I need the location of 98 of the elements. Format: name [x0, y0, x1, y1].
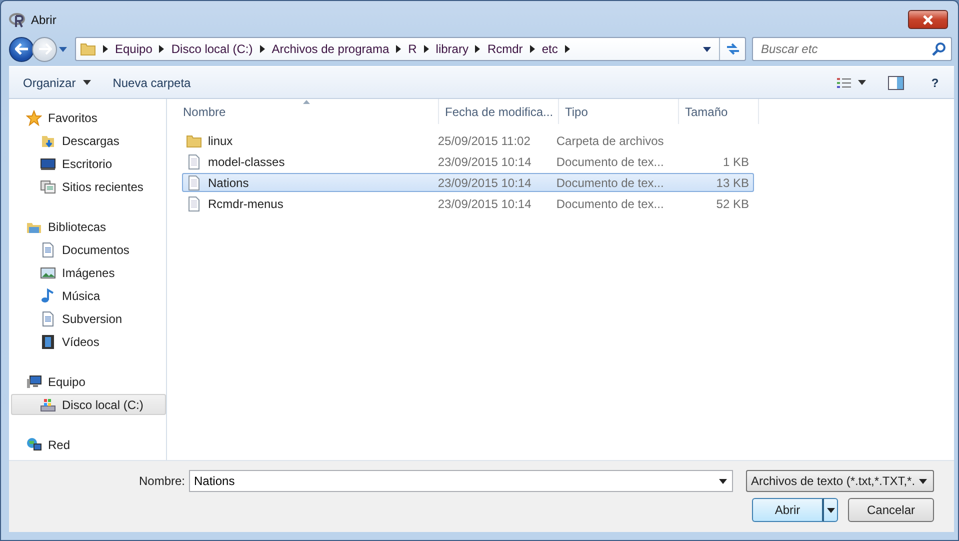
caret-icon [82, 80, 91, 85]
chevron-icon [159, 45, 164, 53]
breadcrumb[interactable]: Rcmdr [487, 42, 523, 56]
sidebar-item[interactable]: Bibliotecas [11, 216, 166, 237]
close-icon [922, 14, 934, 24]
picture-icon [40, 264, 56, 280]
file-size: 1 KB [722, 154, 749, 168]
sidebar-item[interactable]: Música [11, 285, 166, 306]
file-date: 23/09/2015 10:14 [438, 154, 532, 168]
refresh-icon [725, 42, 741, 56]
file-type-dropdown[interactable]: Archivos de texto (*.txt,*.TXT,*. [746, 470, 934, 492]
search-field[interactable]: Buscar etc [752, 37, 952, 61]
file-date: 23/09/2015 10:14 [438, 176, 532, 190]
breadcrumb[interactable]: Archivos de programa [272, 42, 390, 56]
drive-icon [40, 396, 56, 412]
caret-icon [59, 46, 67, 52]
list-view-icon [837, 76, 851, 88]
sidebar-item[interactable]: Vídeos [11, 331, 166, 352]
text-file-icon [186, 196, 202, 212]
column-header[interactable]: Fecha de modifica... [439, 99, 559, 124]
file-name: Rcmdr-menus [208, 196, 284, 210]
file-name: linux [208, 134, 233, 148]
chevron-icon [103, 45, 108, 53]
cancel-button[interactable]: Cancelar [848, 498, 934, 522]
help-button[interactable]: ? [926, 74, 944, 92]
text-file-icon [186, 154, 202, 170]
folder-icon [186, 132, 202, 148]
file-type: Documento de tex... [556, 154, 664, 168]
sidebar-item[interactable]: Imágenes [11, 262, 166, 283]
chevron-icon [396, 45, 402, 53]
computer-icon [26, 374, 42, 390]
file-row[interactable]: Nations 23/09/2015 10:14 Documento de tex... 13 KB [182, 173, 754, 192]
music-note-icon [40, 288, 56, 304]
file-size: 52 KB [716, 196, 749, 210]
file-date: 23/09/2015 10:14 [438, 196, 532, 210]
address-bar[interactable]: Equipo Disco local (C:) Archivos de programa R library Rcmdr etc [75, 37, 746, 61]
column-header[interactable]: Tamaño [679, 99, 759, 124]
sidebar-item[interactable]: Sitios recientes [11, 176, 166, 197]
breadcrumb[interactable]: library [436, 42, 468, 56]
sidebar-item[interactable]: Escritorio [11, 153, 166, 174]
open-button[interactable]: Abrir [752, 498, 824, 522]
caret-icon [919, 478, 928, 484]
file-size: 13 KB [716, 176, 749, 190]
file-row[interactable]: model-classes 23/09/2015 10:14 Documento de tex... 1 KB [182, 152, 754, 171]
folder-icon [80, 41, 96, 57]
caret-icon [703, 46, 711, 52]
file-name: model-classes [208, 154, 285, 168]
forward-arrow-icon [38, 43, 52, 55]
sidebar-item[interactable]: Red [11, 434, 166, 455]
caret-icon [826, 508, 834, 512]
file-row[interactable]: linux 25/09/2015 11:02 Carpeta de archivos [182, 131, 754, 150]
back-button[interactable] [9, 36, 34, 62]
sidebar-item[interactable]: Disco local (C:) [11, 394, 166, 415]
file-date: 25/09/2015 11:02 [438, 134, 530, 148]
breadcrumb[interactable]: etc [542, 42, 558, 56]
breadcrumb[interactable]: Equipo [115, 42, 152, 56]
history-dropdown[interactable] [57, 44, 69, 54]
file-type: Documento de tex... [556, 196, 664, 210]
star-icon [26, 110, 42, 126]
preview-pane-icon [888, 76, 904, 90]
caret-icon [858, 80, 866, 85]
chevron-icon [564, 45, 570, 53]
file-type: Carpeta de archivos [556, 134, 664, 148]
window-title: Abrir [31, 12, 56, 26]
network-icon [26, 436, 42, 452]
close-button[interactable] [908, 10, 948, 29]
search-icon [932, 42, 946, 56]
sort-arrow-icon [303, 100, 310, 104]
chevron-icon [260, 45, 265, 53]
sidebar-item[interactable]: Equipo [11, 371, 166, 392]
open-options-button[interactable] [824, 498, 838, 522]
breadcrumb[interactable]: R [408, 42, 417, 56]
chevron-icon [530, 45, 535, 53]
chevron-icon [475, 45, 480, 53]
chevron-icon [424, 45, 429, 53]
sidebar-item[interactable]: Descargas [11, 130, 166, 151]
filename-field[interactable]: Nations [189, 470, 733, 492]
film-icon [40, 334, 56, 350]
file-row[interactable]: Rcmdr-menus 23/09/2015 10:14 Documento de tex... 52 KB [182, 194, 754, 213]
sidebar-item[interactable]: Documentos [11, 239, 166, 260]
column-header[interactable]: Nombre [177, 99, 439, 124]
new-folder-button[interactable]: Nueva carpeta [104, 72, 199, 92]
sidebar-item[interactable]: Favoritos [11, 107, 166, 128]
file-type: Documento de tex... [556, 176, 664, 190]
sidebar-item[interactable]: Subversion [11, 308, 166, 329]
file-name: Nations [208, 176, 249, 190]
document-icon [40, 242, 56, 258]
document-icon [40, 310, 56, 326]
back-arrow-icon [14, 43, 28, 55]
monitor-icon [40, 156, 56, 172]
breadcrumb[interactable]: Disco local (C:) [171, 42, 253, 56]
caret-icon [719, 479, 727, 484]
column-header[interactable]: Tipo [559, 99, 679, 124]
organize-menu[interactable]: Organizar [15, 72, 99, 92]
text-file-icon [186, 174, 202, 190]
field-label: Nombre: [138, 474, 185, 488]
recent-places-icon [40, 178, 56, 194]
app-icon [9, 12, 27, 28]
